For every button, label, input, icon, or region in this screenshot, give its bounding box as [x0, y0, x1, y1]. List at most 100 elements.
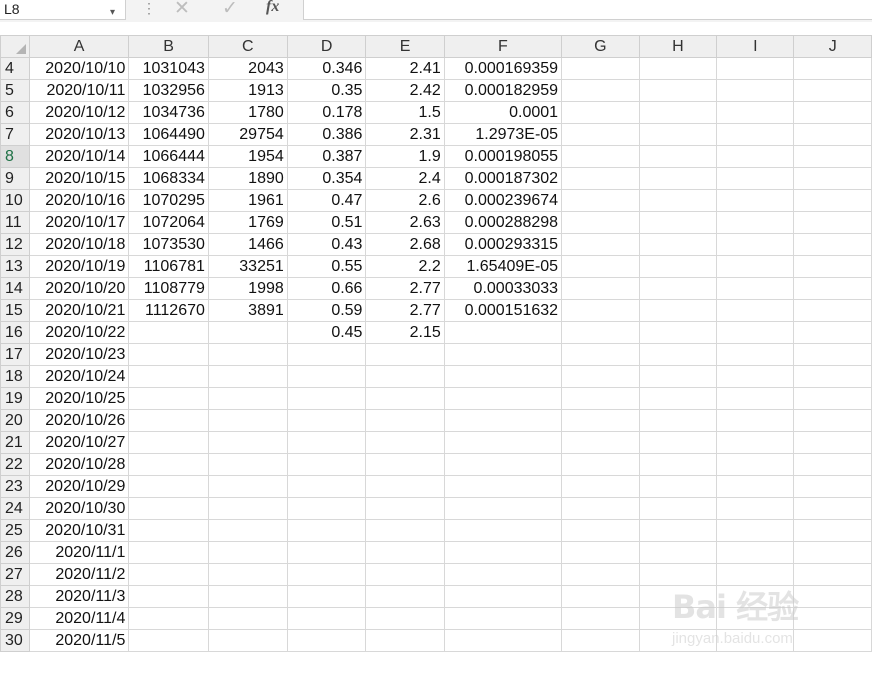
row-header[interactable]: 28	[0, 585, 30, 608]
name-box[interactable]: L8 ▾	[0, 0, 126, 20]
cell-d[interactable]: 0.66	[286, 277, 367, 300]
cell-j[interactable]	[793, 519, 872, 542]
cell-g[interactable]	[561, 519, 640, 542]
cell-e[interactable]: 2.2	[365, 255, 445, 278]
cell-h[interactable]	[638, 277, 718, 300]
cell-f[interactable]	[443, 387, 563, 410]
cell-c[interactable]: 1769	[207, 211, 288, 234]
cell-b[interactable]: 1064490	[128, 123, 209, 146]
cell-d[interactable]: 0.354	[286, 167, 367, 190]
cell-b[interactable]	[128, 431, 209, 454]
cell-b[interactable]	[128, 321, 209, 344]
cell-g[interactable]	[561, 475, 640, 498]
cell-h[interactable]	[638, 629, 718, 652]
cell-g[interactable]	[561, 57, 640, 80]
cell-i[interactable]	[716, 431, 795, 454]
row-header[interactable]: 8	[0, 145, 30, 168]
cell-f[interactable]	[443, 321, 563, 344]
cell-i[interactable]	[716, 607, 795, 630]
cell-g[interactable]	[561, 101, 640, 124]
cell-f[interactable]	[443, 343, 563, 366]
cell-a[interactable]: 2020/10/27	[28, 431, 130, 454]
cell-c[interactable]: 1890	[207, 167, 288, 190]
cell-a[interactable]: 2020/10/21	[28, 299, 130, 322]
cell-a[interactable]: 2020/10/20	[28, 277, 130, 300]
cell-a[interactable]: 2020/10/29	[28, 475, 130, 498]
cell-h[interactable]	[638, 101, 718, 124]
cell-e[interactable]	[365, 585, 445, 608]
cell-b[interactable]: 1070295	[128, 189, 209, 212]
cell-e[interactable]	[365, 453, 445, 476]
cell-f[interactable]	[443, 607, 563, 630]
cell-j[interactable]	[793, 607, 872, 630]
cell-f[interactable]	[443, 497, 563, 520]
cell-j[interactable]	[793, 321, 872, 344]
cell-e[interactable]	[365, 629, 445, 652]
cell-i[interactable]	[716, 189, 795, 212]
cell-h[interactable]	[638, 321, 718, 344]
cell-h[interactable]	[638, 607, 718, 630]
row-header[interactable]: 17	[0, 343, 30, 366]
cell-c[interactable]	[207, 607, 288, 630]
cell-b[interactable]: 1066444	[128, 145, 209, 168]
cell-d[interactable]	[286, 541, 367, 564]
cell-f[interactable]: 0.000288298	[443, 211, 563, 234]
cell-c[interactable]	[207, 409, 288, 432]
row-header[interactable]: 6	[0, 101, 30, 124]
cell-j[interactable]	[793, 585, 872, 608]
cell-f[interactable]	[443, 585, 563, 608]
cell-j[interactable]	[793, 431, 872, 454]
cell-a[interactable]: 2020/10/24	[28, 365, 130, 388]
cell-c[interactable]: 1954	[207, 145, 288, 168]
cell-h[interactable]	[638, 145, 718, 168]
cell-f[interactable]	[443, 431, 563, 454]
cell-d[interactable]: 0.43	[286, 233, 367, 256]
row-header[interactable]: 24	[0, 497, 30, 520]
cell-j[interactable]	[793, 211, 872, 234]
cell-e[interactable]: 2.4	[365, 167, 445, 190]
cell-b[interactable]	[128, 409, 209, 432]
cell-a[interactable]: 2020/10/26	[28, 409, 130, 432]
cell-f[interactable]: 0.000198055	[443, 145, 563, 168]
cell-a[interactable]: 2020/11/3	[28, 585, 130, 608]
cell-h[interactable]	[638, 79, 718, 102]
cell-b[interactable]: 1112670	[128, 299, 209, 322]
cell-b[interactable]: 1031043	[128, 57, 209, 80]
cell-j[interactable]	[793, 629, 872, 652]
cell-j[interactable]	[793, 365, 872, 388]
cell-f[interactable]: 0.000239674	[443, 189, 563, 212]
cell-e[interactable]: 2.77	[365, 277, 445, 300]
cell-d[interactable]	[286, 607, 367, 630]
cell-i[interactable]	[716, 387, 795, 410]
cell-f[interactable]	[443, 541, 563, 564]
cell-f[interactable]	[443, 365, 563, 388]
cell-g[interactable]	[561, 255, 640, 278]
cell-d[interactable]: 0.35	[286, 79, 367, 102]
cell-d[interactable]	[286, 343, 367, 366]
cell-d[interactable]	[286, 497, 367, 520]
column-header-g[interactable]: G	[561, 35, 640, 58]
cell-c[interactable]: 2043	[207, 57, 288, 80]
row-header[interactable]: 14	[0, 277, 30, 300]
cell-g[interactable]	[561, 123, 640, 146]
cell-h[interactable]	[638, 519, 718, 542]
cell-c[interactable]	[207, 519, 288, 542]
cell-e[interactable]	[365, 343, 445, 366]
cell-e[interactable]: 2.77	[365, 299, 445, 322]
cell-d[interactable]	[286, 409, 367, 432]
cell-b[interactable]	[128, 563, 209, 586]
cell-b[interactable]	[128, 607, 209, 630]
cell-i[interactable]	[716, 629, 795, 652]
cell-c[interactable]: 1961	[207, 189, 288, 212]
cell-j[interactable]	[793, 57, 872, 80]
more-options-icon[interactable]: ⋮	[142, 0, 156, 16]
cell-e[interactable]: 2.31	[365, 123, 445, 146]
cell-a[interactable]: 2020/11/4	[28, 607, 130, 630]
cell-c[interactable]	[207, 343, 288, 366]
cell-f[interactable]	[443, 409, 563, 432]
cell-d[interactable]: 0.346	[286, 57, 367, 80]
cell-d[interactable]: 0.45	[286, 321, 367, 344]
row-header[interactable]: 22	[0, 453, 30, 476]
cell-e[interactable]	[365, 475, 445, 498]
cell-h[interactable]	[638, 123, 718, 146]
